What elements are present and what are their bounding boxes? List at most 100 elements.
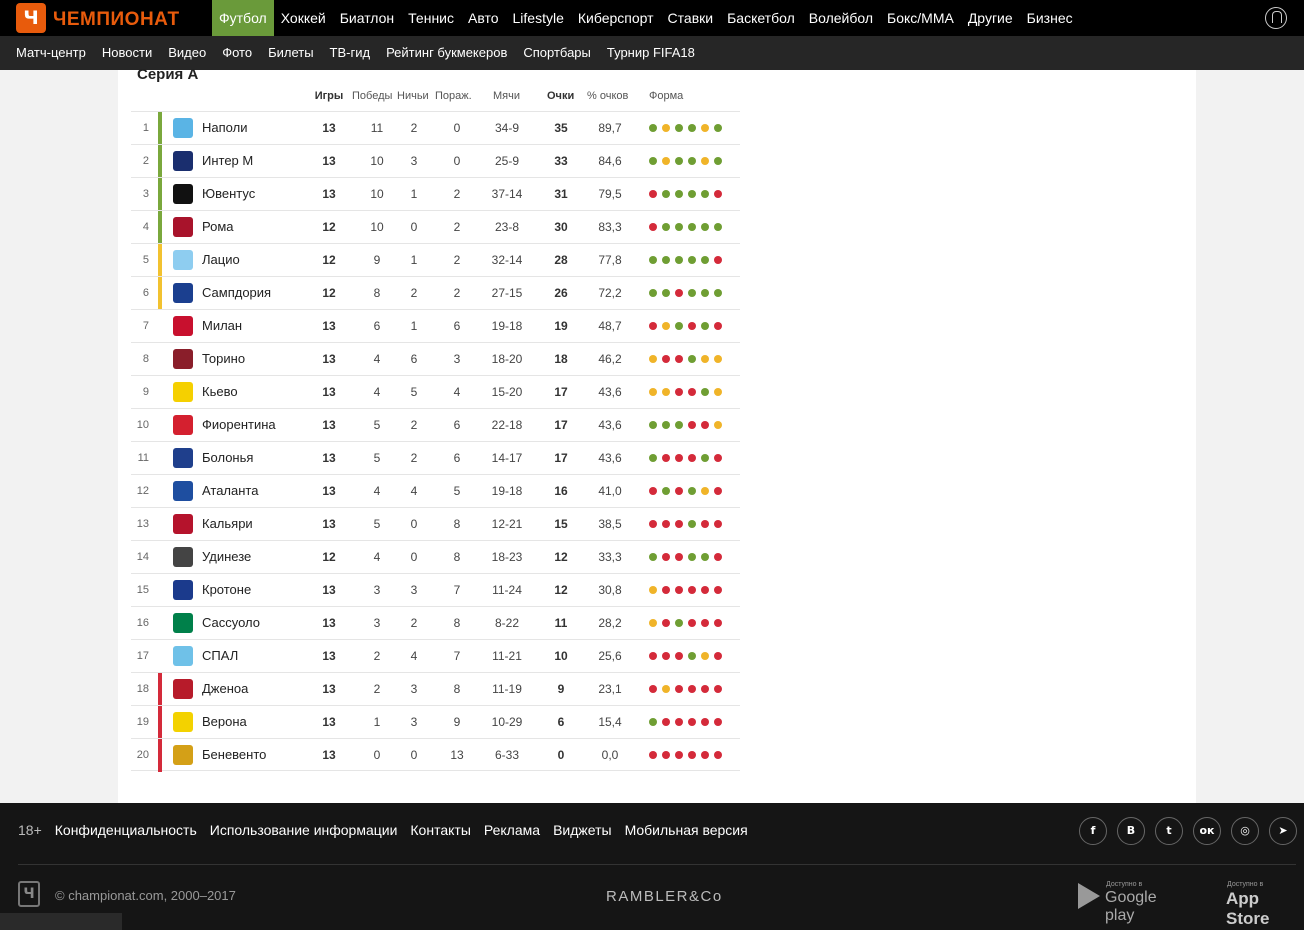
form-dot[interactable] bbox=[649, 289, 657, 297]
form-dot[interactable] bbox=[701, 454, 709, 462]
form-dot[interactable] bbox=[701, 322, 709, 330]
footer-link[interactable]: Использование информации bbox=[210, 822, 398, 838]
form-dot[interactable] bbox=[688, 619, 696, 627]
table-row[interactable]: 18 Дженоа 13 2 3 8 11-19 9 23,1 bbox=[131, 672, 740, 706]
subnav-item[interactable]: Видео bbox=[160, 36, 214, 70]
form-dot[interactable] bbox=[714, 157, 722, 165]
form-dot[interactable] bbox=[714, 487, 722, 495]
form-dot[interactable] bbox=[688, 289, 696, 297]
table-row[interactable]: 2 Интер М 13 10 3 0 25-9 33 84,6 bbox=[131, 144, 740, 178]
nav-item[interactable]: Другие bbox=[961, 0, 1020, 36]
team-name[interactable]: Интер М bbox=[202, 153, 253, 168]
form-dot[interactable] bbox=[701, 619, 709, 627]
table-row[interactable]: 12 Аталанта 13 4 4 5 19-18 16 41,0 bbox=[131, 474, 740, 507]
form-dot[interactable] bbox=[688, 388, 696, 396]
team-name[interactable]: Удинезе bbox=[202, 549, 251, 564]
subnav-item[interactable]: Матч-центр bbox=[8, 36, 94, 70]
team-name[interactable]: Наполи bbox=[202, 120, 247, 135]
table-row[interactable]: 16 Сассуоло 13 3 2 8 8-22 11 28,2 bbox=[131, 606, 740, 639]
team-name[interactable]: Кьево bbox=[202, 384, 238, 399]
nav-item[interactable]: Теннис bbox=[401, 0, 461, 36]
form-dot[interactable] bbox=[714, 355, 722, 363]
form-dot[interactable] bbox=[675, 223, 683, 231]
form-dot[interactable] bbox=[649, 487, 657, 495]
team-name[interactable]: Фиорентина bbox=[202, 417, 276, 432]
nav-item[interactable]: Ставки bbox=[661, 0, 721, 36]
form-dot[interactable] bbox=[714, 124, 722, 132]
nav-item[interactable]: Баскетбол bbox=[720, 0, 802, 36]
vk-icon[interactable]: В bbox=[1117, 817, 1145, 845]
table-row[interactable]: 19 Верона 13 1 3 9 10-29 6 15,4 bbox=[131, 705, 740, 739]
team-name[interactable]: Аталанта bbox=[202, 483, 258, 498]
nav-item[interactable]: Биатлон bbox=[333, 0, 401, 36]
form-dot[interactable] bbox=[688, 685, 696, 693]
form-dot[interactable] bbox=[662, 520, 670, 528]
form-dot[interactable] bbox=[649, 520, 657, 528]
form-dot[interactable] bbox=[701, 388, 709, 396]
form-dot[interactable] bbox=[649, 454, 657, 462]
app-store-badge[interactable]: Доступно в App Store bbox=[1200, 881, 1300, 928]
form-dot[interactable] bbox=[701, 124, 709, 132]
form-dot[interactable] bbox=[675, 256, 683, 264]
form-dot[interactable] bbox=[662, 388, 670, 396]
form-dot[interactable] bbox=[649, 388, 657, 396]
form-dot[interactable] bbox=[701, 289, 709, 297]
table-row[interactable]: 10 Фиорентина 13 5 2 6 22-18 17 43,6 bbox=[131, 408, 740, 441]
form-dot[interactable] bbox=[688, 718, 696, 726]
form-dot[interactable] bbox=[701, 256, 709, 264]
form-dot[interactable] bbox=[688, 256, 696, 264]
form-dot[interactable] bbox=[675, 718, 683, 726]
championat-logo-icon[interactable]: Ч bbox=[16, 3, 46, 33]
table-row[interactable]: 20 Беневенто 13 0 0 13 6-33 0 0,0 bbox=[131, 738, 740, 772]
form-dot[interactable] bbox=[649, 223, 657, 231]
form-dot[interactable] bbox=[714, 421, 722, 429]
form-dot[interactable] bbox=[714, 652, 722, 660]
form-dot[interactable] bbox=[701, 718, 709, 726]
facebook-icon[interactable]: f bbox=[1079, 817, 1107, 845]
table-row[interactable]: 11 Болонья 13 5 2 6 14-17 17 43,6 bbox=[131, 441, 740, 474]
form-dot[interactable] bbox=[675, 322, 683, 330]
table-row[interactable]: 9 Кьево 13 4 5 4 15-20 17 43,6 bbox=[131, 375, 740, 408]
form-dot[interactable] bbox=[662, 289, 670, 297]
nav-item[interactable]: Авто bbox=[461, 0, 506, 36]
form-dot[interactable] bbox=[675, 652, 683, 660]
form-dot[interactable] bbox=[662, 685, 670, 693]
subnav-item[interactable]: ТВ-гид bbox=[322, 36, 379, 70]
table-row[interactable]: 8 Торино 13 4 6 3 18-20 18 46,2 bbox=[131, 342, 740, 375]
form-dot[interactable] bbox=[649, 421, 657, 429]
form-dot[interactable] bbox=[649, 190, 657, 198]
team-name[interactable]: Болонья bbox=[202, 450, 253, 465]
form-dot[interactable] bbox=[662, 256, 670, 264]
form-dot[interactable] bbox=[675, 520, 683, 528]
form-dot[interactable] bbox=[688, 355, 696, 363]
form-dot[interactable] bbox=[649, 586, 657, 594]
form-dot[interactable] bbox=[662, 190, 670, 198]
nav-item[interactable]: Бокс/ММА bbox=[880, 0, 961, 36]
form-dot[interactable] bbox=[662, 454, 670, 462]
form-dot[interactable] bbox=[675, 157, 683, 165]
table-row[interactable]: 5 Лацио 12 9 1 2 32-14 28 77,8 bbox=[131, 243, 740, 277]
form-dot[interactable] bbox=[662, 586, 670, 594]
form-dot[interactable] bbox=[662, 157, 670, 165]
form-dot[interactable] bbox=[714, 751, 722, 759]
form-dot[interactable] bbox=[662, 619, 670, 627]
form-dot[interactable] bbox=[688, 157, 696, 165]
form-dot[interactable] bbox=[688, 190, 696, 198]
footer-link[interactable]: Контакты bbox=[410, 822, 470, 838]
nav-item[interactable]: Волейбол bbox=[802, 0, 880, 36]
nav-item[interactable]: Хоккей bbox=[274, 0, 333, 36]
form-dot[interactable] bbox=[649, 355, 657, 363]
form-dot[interactable] bbox=[714, 256, 722, 264]
form-dot[interactable] bbox=[662, 223, 670, 231]
team-name[interactable]: Торино bbox=[202, 351, 245, 366]
form-dot[interactable] bbox=[701, 223, 709, 231]
team-name[interactable]: Кальяри bbox=[202, 516, 253, 531]
form-dot[interactable] bbox=[688, 586, 696, 594]
form-dot[interactable] bbox=[649, 124, 657, 132]
team-name[interactable]: Рома bbox=[202, 219, 234, 234]
form-dot[interactable] bbox=[688, 223, 696, 231]
footer-link[interactable]: Мобильная версия bbox=[625, 822, 748, 838]
team-name[interactable]: Ювентус bbox=[202, 186, 255, 201]
form-dot[interactable] bbox=[675, 124, 683, 132]
table-row[interactable]: 15 Кротоне 13 3 3 7 11-24 12 30,8 bbox=[131, 573, 740, 606]
